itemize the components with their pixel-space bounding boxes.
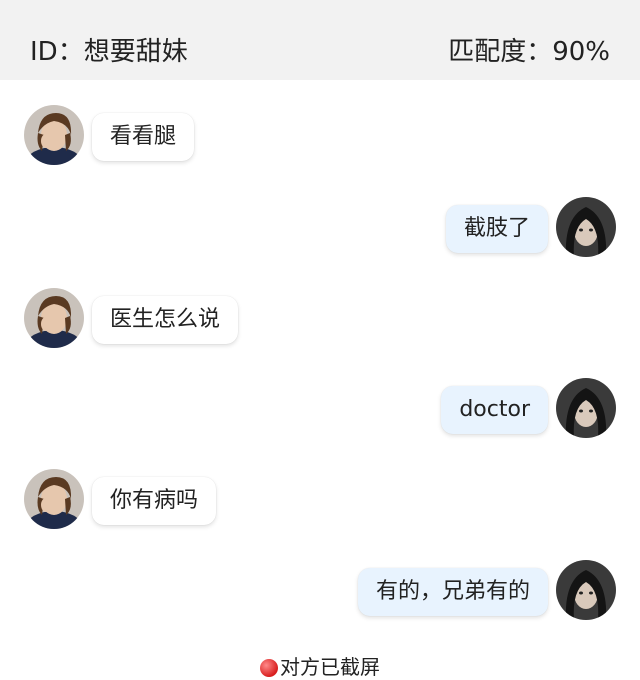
partner-avatar[interactable] [24, 288, 84, 348]
partner-id: ID：想要甜妹 [30, 37, 188, 67]
chat-header: ID：想要甜妹 匹配度：90% [0, 0, 640, 80]
screenshot-notice-text: 对方已截屏 [280, 655, 380, 679]
self-avatar[interactable] [556, 197, 616, 257]
match-score: 匹配度：90% [448, 37, 610, 67]
self-avatar[interactable] [556, 378, 616, 438]
message-incoming[interactable]: 看看腿 [92, 113, 195, 161]
partner-avatar[interactable] [24, 469, 84, 529]
message-outgoing[interactable]: 有的，兄弟有的 [357, 568, 548, 616]
message-outgoing[interactable]: doctor [441, 386, 548, 434]
screenshot-notice: 对方已截屏 [0, 654, 640, 680]
partner-avatar[interactable] [24, 105, 84, 165]
red-dot-icon [260, 659, 278, 677]
message-incoming[interactable]: 医生怎么说 [92, 296, 239, 344]
message-incoming[interactable]: 你有病吗 [92, 477, 217, 525]
self-avatar[interactable] [556, 560, 616, 620]
message-outgoing[interactable]: 截肢了 [445, 205, 548, 253]
